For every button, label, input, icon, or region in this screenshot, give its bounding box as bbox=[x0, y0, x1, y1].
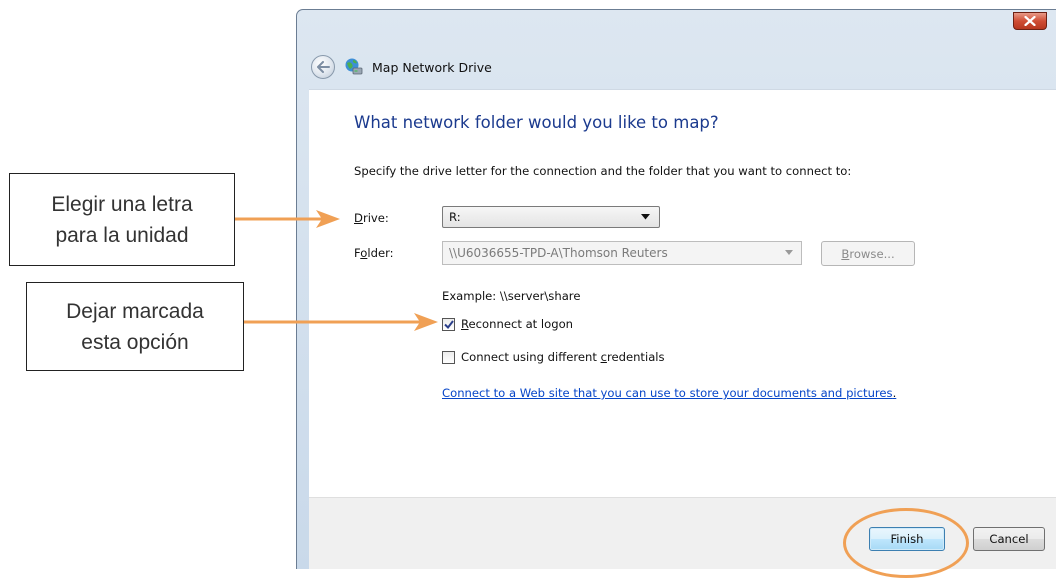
reconnect-accel: R bbox=[461, 317, 469, 331]
wizard-title: Map Network Drive bbox=[372, 59, 492, 75]
example-text: Example: \\server\share bbox=[442, 289, 581, 303]
cancel-button[interactable]: Cancel bbox=[973, 527, 1045, 551]
credentials-label-pre: Connect using different bbox=[461, 350, 601, 364]
browse-rest: rowse... bbox=[849, 246, 895, 261]
browse-accel: B bbox=[841, 246, 850, 261]
drive-letter-value: R: bbox=[449, 210, 461, 224]
wizard-header: Map Network Drive bbox=[311, 54, 492, 80]
drive-label-accel: D bbox=[354, 211, 363, 225]
callout-line: Dejar marcada bbox=[66, 299, 204, 323]
callout-keep-option-checked: Dejar marcada esta opción bbox=[26, 282, 244, 371]
dialog-footer: Finish Cancel bbox=[309, 497, 1056, 569]
callout-line: para la unidad bbox=[55, 223, 189, 247]
folder-path-combobox[interactable]: \\U6036655-TPD-A\Thomson Reuters bbox=[442, 241, 802, 265]
callout-line: Elegir una letra bbox=[51, 192, 193, 216]
instructions-text: Specify the drive letter for the connect… bbox=[354, 164, 852, 178]
map-network-drive-dialog: Map Network Drive What network folder wo… bbox=[296, 9, 1056, 569]
drive-label-rest: rive: bbox=[362, 211, 389, 225]
different-credentials-option[interactable]: Connect using different credentials bbox=[442, 350, 665, 364]
back-arrow-icon bbox=[317, 61, 330, 73]
folder-label-rest: lder: bbox=[367, 246, 394, 260]
callout-line: esta opción bbox=[81, 330, 189, 354]
folder-path-value: \\U6036655-TPD-A\Thomson Reuters bbox=[449, 246, 668, 260]
reconnect-at-logon-option[interactable]: Reconnect at logon bbox=[442, 317, 573, 331]
drive-letter-dropdown[interactable]: R: bbox=[442, 206, 660, 228]
reconnect-label: Reconnect at logon bbox=[461, 317, 573, 331]
network-drive-icon bbox=[345, 58, 363, 75]
close-icon bbox=[1024, 16, 1036, 26]
web-site-link[interactable]: Connect to a Web site that you can use t… bbox=[442, 386, 896, 400]
back-button[interactable] bbox=[311, 55, 335, 79]
callout-choose-drive-letter: Elegir una letra para la unidad bbox=[9, 173, 235, 266]
finish-button[interactable]: Finish bbox=[869, 527, 945, 551]
chevron-down-icon bbox=[785, 250, 793, 255]
credentials-rest: redentials bbox=[606, 350, 665, 364]
reconnect-checkbox[interactable] bbox=[442, 317, 455, 331]
browse-button[interactable]: Browse... bbox=[821, 241, 915, 266]
credentials-checkbox[interactable] bbox=[442, 350, 455, 364]
page-heading: What network folder would you like to ma… bbox=[354, 113, 719, 132]
checkmark-icon bbox=[443, 319, 454, 329]
folder-label: Folder: bbox=[354, 246, 394, 260]
drive-label: Drive: bbox=[354, 211, 389, 225]
credentials-label: Connect using different credentials bbox=[461, 350, 665, 364]
web-link-text: Connect to a Web site that you can use t… bbox=[442, 386, 893, 400]
reconnect-rest: econnect at logon bbox=[468, 317, 574, 331]
content-pane: What network folder would you like to ma… bbox=[309, 89, 1056, 498]
close-button[interactable] bbox=[1013, 12, 1047, 30]
chevron-down-icon bbox=[641, 214, 650, 220]
web-link-period: . bbox=[892, 386, 897, 400]
